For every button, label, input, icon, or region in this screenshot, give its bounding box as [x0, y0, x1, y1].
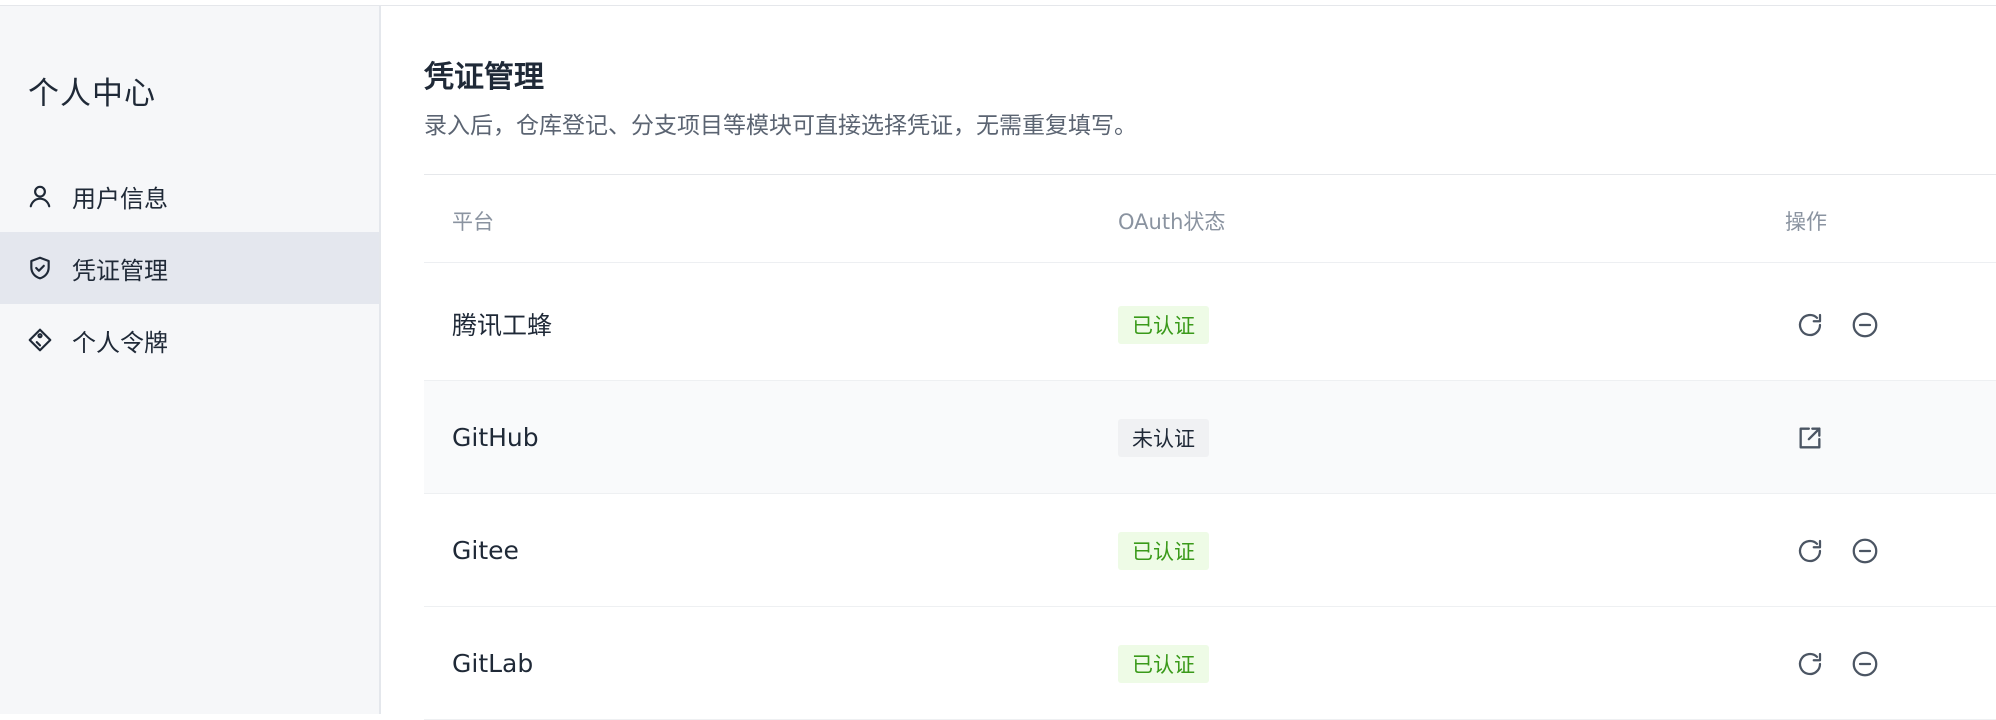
tag-icon [26, 326, 54, 354]
column-header-oauth-status: OAuth状态 [1118, 210, 1226, 234]
refresh-icon[interactable] [1793, 534, 1827, 568]
refresh-icon[interactable] [1793, 308, 1827, 342]
user-icon [26, 182, 54, 210]
page-title: 凭证管理 [424, 60, 544, 95]
remove-circle-icon[interactable] [1848, 308, 1882, 342]
status-badge: 已认证 [1118, 645, 1209, 683]
column-header-actions: 操作 [1785, 210, 1827, 234]
platform-name: GitHub [452, 422, 539, 452]
column-header-platform: 平台 [452, 210, 494, 234]
table-row: GitHub 未认证 [424, 381, 1996, 494]
remove-circle-icon[interactable] [1848, 647, 1882, 681]
external-link-icon[interactable] [1793, 421, 1827, 455]
status-badge: 已认证 [1118, 306, 1209, 344]
sidebar-item-label: 个人令牌 [72, 328, 168, 357]
platform-name: GitLab [452, 648, 534, 678]
refresh-icon[interactable] [1793, 647, 1827, 681]
header-divider [424, 262, 1996, 263]
sidebar-item-credentials[interactable]: 凭证管理 [0, 232, 379, 304]
platform-name: 腾讯工蜂 [452, 311, 553, 340]
sidebar-item-user-info[interactable]: 用户信息 [0, 160, 379, 232]
platform-name: Gitee [452, 535, 519, 565]
table-row: Gitee 已认证 [424, 494, 1996, 607]
sidebar-item-label: 凭证管理 [72, 256, 168, 285]
sidebar-item-personal-token[interactable]: 个人令牌 [0, 304, 379, 376]
table-row: GitLab 已认证 [424, 607, 1996, 720]
sidebar-title: 个人中心 [28, 76, 156, 112]
main-content: 凭证管理 录入后，仓库登记、分支项目等模块可直接选择凭证，无需重复填写。 平台 … [381, 6, 1996, 720]
shield-check-icon [26, 254, 54, 282]
table-row: 腾讯工蜂 已认证 [424, 268, 1996, 381]
sidebar-item-label: 用户信息 [72, 184, 168, 213]
remove-circle-icon[interactable] [1848, 534, 1882, 568]
table-divider [424, 174, 1996, 175]
status-badge: 未认证 [1118, 419, 1209, 457]
status-badge: 已认证 [1118, 532, 1209, 570]
page-description: 录入后，仓库登记、分支项目等模块可直接选择凭证，无需重复填写。 [424, 113, 1137, 139]
sidebar: 个人中心 用户信息 凭证管理 个人令牌 [0, 6, 381, 714]
